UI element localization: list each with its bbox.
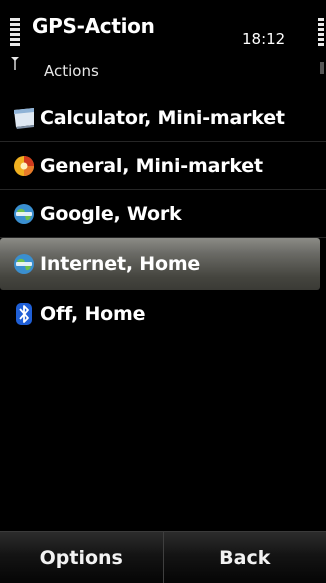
back-softkey[interactable]: Back [164,532,326,583]
list-item-label: Internet, Home [40,253,201,275]
list-item-label: Off, Home [40,303,146,325]
battery-icon [318,18,324,46]
list-item-label: Google, Work [40,202,182,225]
globe-icon [12,252,36,276]
calculator-icon [12,106,36,130]
actions-list: Calculator, Mini-market General, Mini-ma… [0,94,326,338]
antenna-icon [11,57,19,70]
list-item-label: Calculator, Mini-market [40,106,285,129]
scroll-indicator [320,62,324,74]
profile-icon [12,154,36,178]
options-softkey[interactable]: Options [0,532,164,583]
globe-icon [12,202,36,226]
softkey-bar: Options Back [0,531,326,583]
list-item[interactable]: Calculator, Mini-market [0,94,326,142]
screen-subtitle: Actions [44,62,99,80]
bluetooth-icon [12,302,36,326]
list-item[interactable]: General, Mini-market [0,142,326,190]
clock: 18:12 [242,30,286,48]
list-item-selected[interactable]: Internet, Home [0,238,320,290]
list-item-label: General, Mini-market [40,154,263,177]
signal-strength-icon [10,18,20,46]
status-bar: GPS-Action 18:12 Actions [0,0,326,90]
app-title: GPS-Action [32,14,155,38]
list-item[interactable]: Off, Home [0,290,326,338]
list-item[interactable]: Google, Work [0,190,326,238]
